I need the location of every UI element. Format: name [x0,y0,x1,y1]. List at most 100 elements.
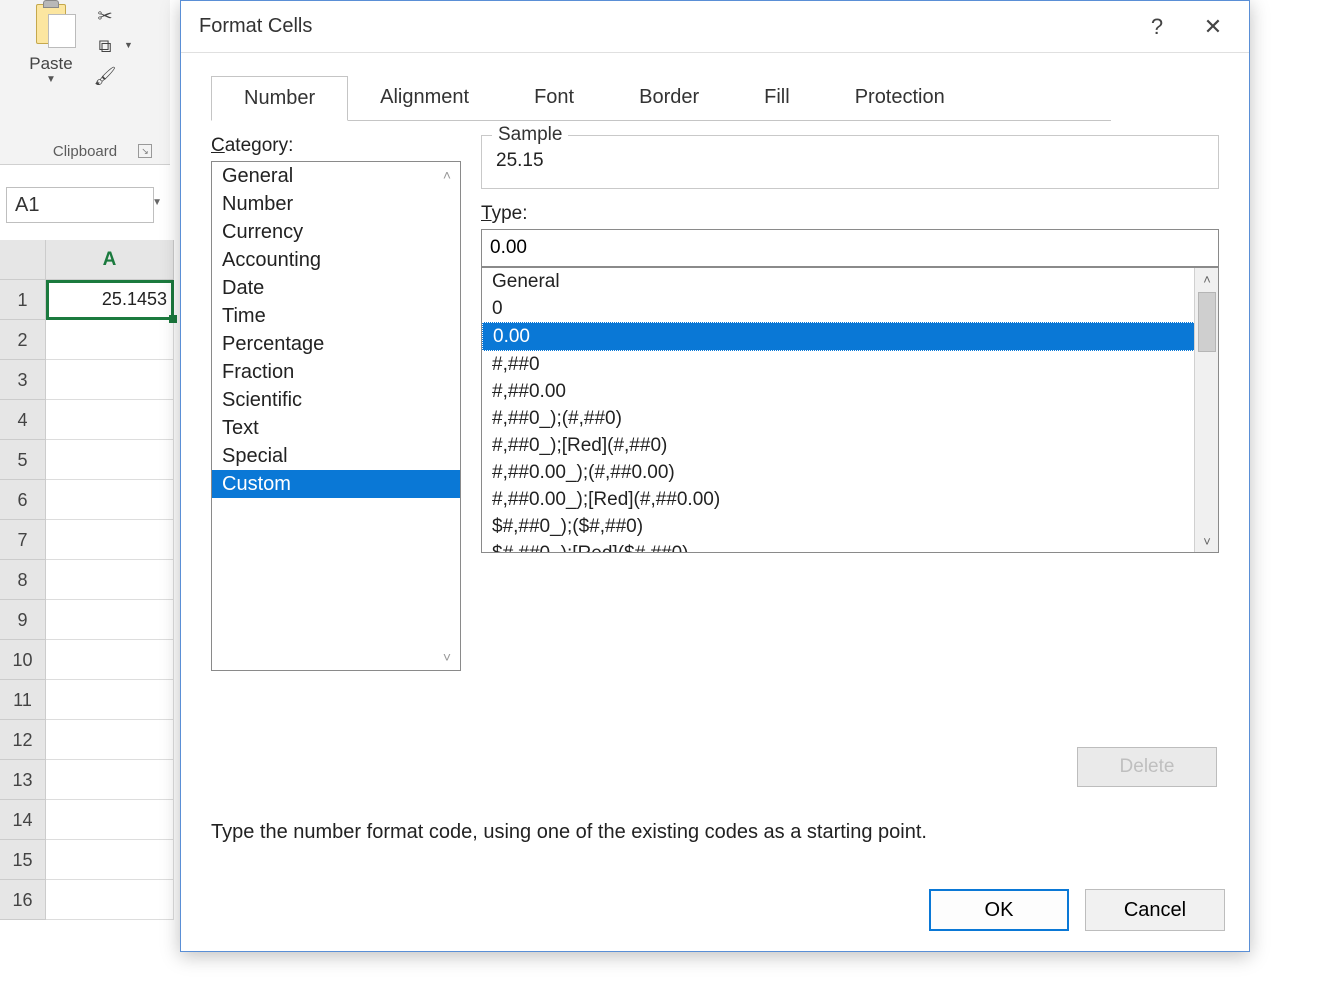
name-box-dropdown-icon[interactable]: ▼ [152,197,162,208]
cell[interactable] [46,400,174,440]
cell[interactable] [46,800,174,840]
ok-button[interactable]: OK [929,889,1069,931]
category-item[interactable]: Time [212,302,460,330]
name-box[interactable]: A1 [6,187,154,223]
type-item[interactable]: #,##0 [482,351,1218,378]
worksheet-grid: A 125.14532345678910111213141516 [0,240,180,920]
row-header[interactable]: 15 [0,840,46,880]
scroll-up-icon[interactable]: ˄ [1195,268,1219,290]
format-hint-text: Type the number format code, using one o… [211,821,1111,844]
row-header[interactable]: 2 [0,320,46,360]
row-header[interactable]: 3 [0,360,46,400]
row-header[interactable]: 13 [0,760,46,800]
cancel-button[interactable]: Cancel [1085,889,1225,931]
sample-value: 25.15 [496,150,1204,172]
tab-font[interactable]: Font [501,75,607,120]
dialog-title: Format Cells [199,15,312,38]
category-listbox[interactable]: GeneralNumberCurrencyAccountingDateTimeP… [211,161,461,671]
cell[interactable] [46,360,174,400]
cell[interactable] [46,480,174,520]
category-item[interactable]: Special [212,442,460,470]
cell[interactable] [46,560,174,600]
copy-dropdown-icon[interactable]: ▼ [124,40,133,50]
dialog-titlebar: Format Cells ? ✕ [181,1,1249,53]
scroll-thumb[interactable] [1198,292,1216,352]
cell[interactable] [46,880,174,920]
copy-icon[interactable]: ⧉ [90,32,120,60]
clipboard-dialog-launcher-icon[interactable]: ↘ [138,144,152,158]
category-item[interactable]: Accounting [212,246,460,274]
paste-button[interactable]: Paste ▼ [16,0,86,85]
cell[interactable] [46,320,174,360]
select-all-corner[interactable] [0,240,46,280]
row-header[interactable]: 10 [0,640,46,680]
paste-dropdown-icon[interactable]: ▼ [16,74,86,85]
format-painter-icon[interactable]: 🖌 [90,62,120,90]
category-label: Category: [211,135,461,157]
type-label: Type: [481,203,1219,225]
cell[interactable] [46,680,174,720]
category-item[interactable]: Custom [212,470,460,498]
row-header[interactable]: 14 [0,800,46,840]
format-cells-dialog: Format Cells ? ✕ NumberAlignmentFontBord… [180,0,1250,952]
category-item[interactable]: Date [212,274,460,302]
category-item[interactable]: Scientific [212,386,460,414]
close-icon: ✕ [1204,14,1222,40]
scroll-up-icon[interactable]: ˄ [438,166,456,184]
row-header[interactable]: 16 [0,880,46,920]
cell[interactable] [46,840,174,880]
column-header-a[interactable]: A [46,240,174,280]
delete-button: Delete [1077,747,1217,787]
tab-number[interactable]: Number [211,76,348,121]
category-item[interactable]: Currency [212,218,460,246]
type-item[interactable]: $#,##0_);($#,##0) [482,513,1218,540]
category-item[interactable]: Number [212,190,460,218]
dialog-tabs: NumberAlignmentFontBorderFillProtection [211,75,1111,121]
category-item[interactable]: Percentage [212,330,460,358]
sample-box: Sample 25.15 [481,135,1219,189]
cell[interactable] [46,440,174,480]
row-header[interactable]: 5 [0,440,46,480]
ribbon-clipboard-group: Paste ▼ ✂ ⧉ ▼ 🖌 Clipboard ↘ [0,0,170,165]
row-header[interactable]: 12 [0,720,46,760]
type-item[interactable]: #,##0.00 [482,378,1218,405]
category-item[interactable]: General [212,162,460,190]
paste-label: Paste [29,54,72,74]
category-item[interactable]: Fraction [212,358,460,386]
row-header[interactable]: 11 [0,680,46,720]
type-item[interactable]: #,##0_);[Red](#,##0) [482,432,1218,459]
tab-protection[interactable]: Protection [822,75,978,120]
cell[interactable] [46,720,174,760]
scroll-down-icon[interactable]: ˅ [1195,530,1219,552]
row-header[interactable]: 4 [0,400,46,440]
category-item[interactable]: Text [212,414,460,442]
type-item[interactable]: #,##0_);(#,##0) [482,405,1218,432]
row-header[interactable]: 9 [0,600,46,640]
tab-fill[interactable]: Fill [731,75,823,120]
cell[interactable] [46,520,174,560]
row-header[interactable]: 7 [0,520,46,560]
sample-label: Sample [492,124,568,146]
scroll-down-icon[interactable]: ˅ [438,648,456,666]
type-item[interactable]: General [482,268,1218,295]
tab-border[interactable]: Border [606,75,732,120]
type-listbox[interactable]: General00.00#,##0#,##0.00#,##0_);(#,##0)… [481,267,1219,553]
type-item[interactable]: 0.00 [482,322,1218,351]
cell[interactable] [46,760,174,800]
cell[interactable] [46,600,174,640]
row-header[interactable]: 8 [0,560,46,600]
type-item[interactable]: #,##0.00_);[Red](#,##0.00) [482,486,1218,513]
type-item[interactable]: #,##0.00_);(#,##0.00) [482,459,1218,486]
tab-alignment[interactable]: Alignment [347,75,502,120]
row-header[interactable]: 1 [0,280,46,320]
cell[interactable]: 25.1453 [46,280,174,320]
cut-icon[interactable]: ✂ [90,2,120,30]
row-header[interactable]: 6 [0,480,46,520]
type-input[interactable] [481,229,1219,267]
close-button[interactable]: ✕ [1185,3,1241,51]
cell[interactable] [46,640,174,680]
help-button[interactable]: ? [1129,3,1185,51]
type-item[interactable]: $#,##0_);[Red]($#,##0) [482,540,1218,553]
type-item[interactable]: 0 [482,295,1218,322]
type-list-scrollbar[interactable]: ˄ ˅ [1194,268,1218,552]
